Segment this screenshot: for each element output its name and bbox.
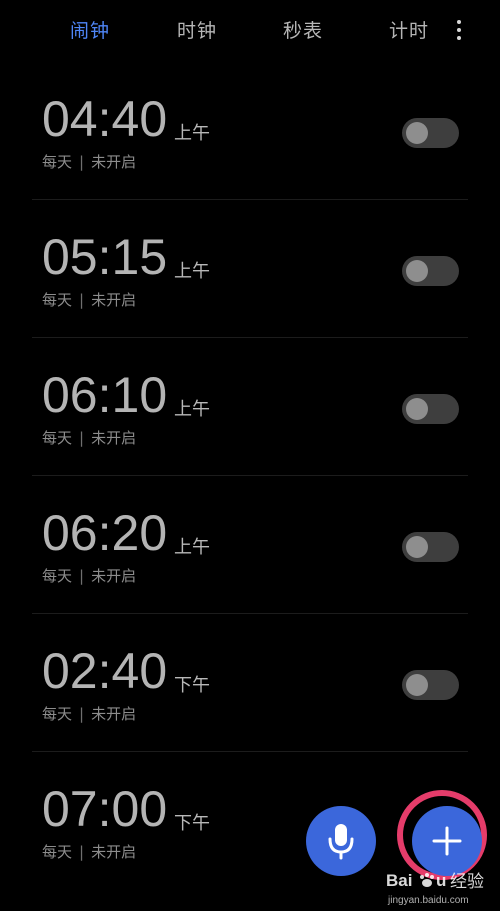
alarm-status: 未开启 — [91, 567, 137, 585]
alarm-separator: | — [79, 843, 85, 861]
alarm-status: 未开启 — [91, 153, 137, 171]
alarm-repeat: 每天 — [42, 843, 73, 861]
alarm-separator: | — [79, 705, 85, 723]
alarm-repeat: 每天 — [42, 153, 73, 171]
alarm-period: 上午 — [174, 399, 210, 420]
svg-text:经验: 经验 — [450, 872, 484, 891]
alarm-separator: | — [79, 429, 85, 447]
alarm-item[interactable]: 06:20 上午 每天 | 未开启 — [0, 476, 500, 614]
alarm-repeat: 每天 — [42, 705, 73, 723]
alarm-toggle[interactable] — [402, 532, 459, 562]
alarm-status: 未开启 — [91, 705, 137, 723]
alarm-subtitle: 每天 | 未开启 — [42, 565, 136, 586]
toggle-knob — [406, 536, 428, 558]
alarm-period: 上午 — [174, 261, 210, 282]
tab-clock[interactable]: 时钟 — [177, 16, 217, 43]
alarm-repeat: 每天 — [42, 291, 73, 309]
alarm-separator: | — [79, 567, 85, 585]
alarm-status: 未开启 — [91, 429, 137, 447]
alarm-toggle[interactable] — [402, 394, 459, 424]
tab-timer[interactable]: 计时 — [389, 16, 429, 43]
toggle-knob — [406, 674, 428, 696]
tab-stopwatch[interactable]: 秒表 — [283, 16, 323, 43]
alarm-toggle[interactable] — [402, 118, 459, 148]
microphone-icon — [328, 824, 354, 860]
alarm-status: 未开启 — [91, 291, 137, 309]
alarm-time: 04:40 — [42, 91, 168, 147]
alarm-subtitle: 每天 | 未开启 — [42, 151, 136, 172]
tab-bar: 闹钟 时钟 秒表 计时 — [0, 0, 500, 62]
more-vertical-icon[interactable] — [451, 18, 467, 44]
toggle-knob — [406, 122, 428, 144]
alarm-time: 06:10 — [42, 367, 168, 423]
alarm-period: 下午 — [174, 813, 210, 834]
svg-text:u: u — [436, 871, 446, 890]
alarm-list: 04:40 上午 每天 | 未开启 05:15 上午 每天 | 未开启 06:10 上午… — [0, 62, 500, 890]
alarm-time: 06:20 — [42, 505, 168, 561]
alarm-separator: | — [79, 153, 85, 171]
alarm-item[interactable]: 02:40 下午 每天 | 未开启 — [0, 614, 500, 752]
alarm-subtitle: 每天 | 未开启 — [42, 841, 136, 862]
svg-text:Bai: Bai — [386, 871, 412, 890]
alarm-item[interactable]: 06:10 上午 每天 | 未开启 — [0, 338, 500, 476]
voice-alarm-button[interactable] — [306, 806, 376, 876]
alarm-subtitle: 每天 | 未开启 — [42, 703, 136, 724]
baidu-logo-icon: Bai u 经验 — [386, 871, 484, 891]
watermark-url: jingyan.baidu.com — [388, 895, 469, 906]
alarm-time: 05:15 — [42, 229, 168, 285]
alarm-separator: | — [79, 291, 85, 309]
alarm-time: 07:00 — [42, 781, 168, 837]
alarm-toggle[interactable] — [402, 670, 459, 700]
tab-alarm[interactable]: 闹钟 — [70, 16, 110, 43]
baidu-watermark: Bai u 经验 jingyan.baidu.com — [382, 861, 492, 911]
alarm-period: 上午 — [174, 537, 210, 558]
alarm-repeat: 每天 — [42, 429, 73, 447]
alarm-toggle[interactable] — [402, 256, 459, 286]
alarm-period: 上午 — [174, 123, 210, 144]
alarm-period: 下午 — [174, 675, 210, 696]
alarm-repeat: 每天 — [42, 567, 73, 585]
alarm-item[interactable]: 05:15 上午 每天 | 未开启 — [0, 200, 500, 338]
alarm-status: 未开启 — [91, 843, 137, 861]
alarm-time: 02:40 — [42, 643, 168, 699]
toggle-knob — [406, 260, 428, 282]
toggle-knob — [406, 398, 428, 420]
alarm-item[interactable]: 04:40 上午 每天 | 未开启 — [0, 62, 500, 200]
alarm-subtitle: 每天 | 未开启 — [42, 427, 136, 448]
alarm-subtitle: 每天 | 未开启 — [42, 289, 136, 310]
